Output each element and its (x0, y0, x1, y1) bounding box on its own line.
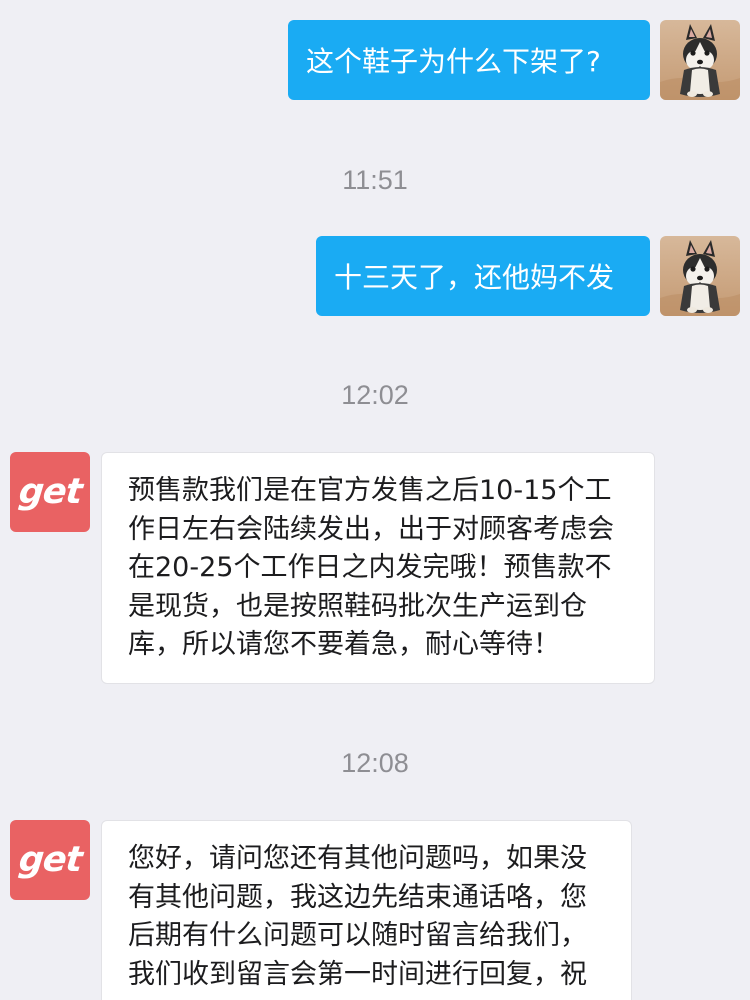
message-text: 十三天了，还他妈不发 (334, 261, 615, 294)
message-text-line: 后期有什么问题可以随时留言给我们， (128, 920, 587, 951)
message-text-line: 预售款我们是在官方发售之后10-15个工 (128, 475, 612, 506)
user-avatar[interactable] (660, 236, 740, 316)
husky-puppy-icon (660, 236, 740, 316)
incoming-message-bubble[interactable]: 您好，请问您还有其他问题吗，如果没 有其他问题，我这边先结束通话咯，您 后期有什… (101, 820, 632, 1000)
timestamp: 12:08 (341, 748, 409, 778)
message-text-line: 在20-25个工作日之内发完哦！预售款不 (128, 552, 612, 583)
get-logo: get (16, 840, 84, 880)
timestamp: 11:51 (342, 165, 408, 195)
user-avatar[interactable] (660, 20, 740, 100)
message-text-line: 有其他问题，我这边先结束通话咯，您 (128, 881, 587, 913)
outgoing-message-bubble[interactable]: 这个鞋子为什么下架了? (288, 20, 650, 100)
get-logo: get (16, 472, 84, 512)
message-text-line: 库，所以请您不要着急，耐心等待！ (128, 629, 560, 660)
husky-puppy-icon (660, 20, 740, 100)
outgoing-message-bubble[interactable]: 十三天了，还他妈不发 (316, 236, 650, 316)
shop-avatar[interactable]: get (10, 820, 90, 900)
message-text-line: 我们收到留言会第一时间进行回复，祝 (128, 958, 587, 990)
timestamp: 12:02 (341, 380, 409, 410)
chat-view[interactable]: 这个鞋子为什么下架了? 11:51 十三天了，还他妈不发 12:02 get 预… (0, 0, 750, 1000)
message-text-line: 作日左右会陆续发出，出于对顾客考虑会 (128, 513, 614, 545)
incoming-message-bubble[interactable]: 预售款我们是在官方发售之后10-15个工 作日左右会陆续发出，出于对顾客考虑会 … (101, 452, 655, 684)
message-text-line: 是现货，也是按照鞋码批次生产运到仓 (128, 590, 587, 622)
message-text: 这个鞋子为什么下架了? (306, 45, 601, 78)
shop-avatar[interactable]: get (10, 452, 90, 532)
message-text-line: 您好，请问您还有其他问题吗，如果没 (128, 843, 587, 874)
